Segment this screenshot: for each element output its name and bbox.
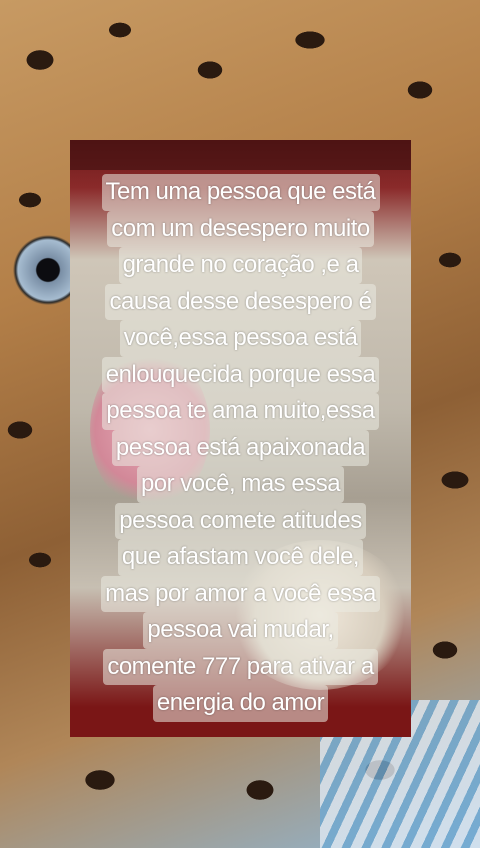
caption-line-3: grande no coração ,e a	[118, 247, 363, 284]
caption-line-2: com um desespero muito	[107, 210, 374, 247]
card-top-shadow	[70, 140, 411, 170]
leopard-eye	[0, 230, 80, 310]
caption-line-11: que afastam você dele,	[117, 539, 364, 576]
caption-line-6: enlouquecida porque essa	[101, 356, 380, 393]
caption-line-8: pessoa está apaixonada	[111, 429, 370, 466]
caption-line-10: pessoa comete atitudes	[115, 502, 366, 539]
caption-line-9: por você, mas essa	[136, 466, 345, 503]
caption-line-1: Tem uma pessoa que está	[101, 174, 380, 211]
caption-line-14: comente 777 para ativar a	[103, 648, 378, 685]
caption-line-7: pessoa te ama muito,essa	[102, 393, 379, 430]
caption-line-5: você,essa pessoa está	[119, 320, 362, 357]
caption-line-15: energia do amor	[152, 685, 329, 722]
caption-text: Tem uma pessoa que está com um desespero…	[70, 174, 411, 722]
caption-line-12: mas por amor a você essa	[101, 575, 380, 612]
caption-line-4: causa desse desespero é	[105, 283, 376, 320]
caption-line-13: pessoa vai mudar,	[143, 612, 338, 649]
